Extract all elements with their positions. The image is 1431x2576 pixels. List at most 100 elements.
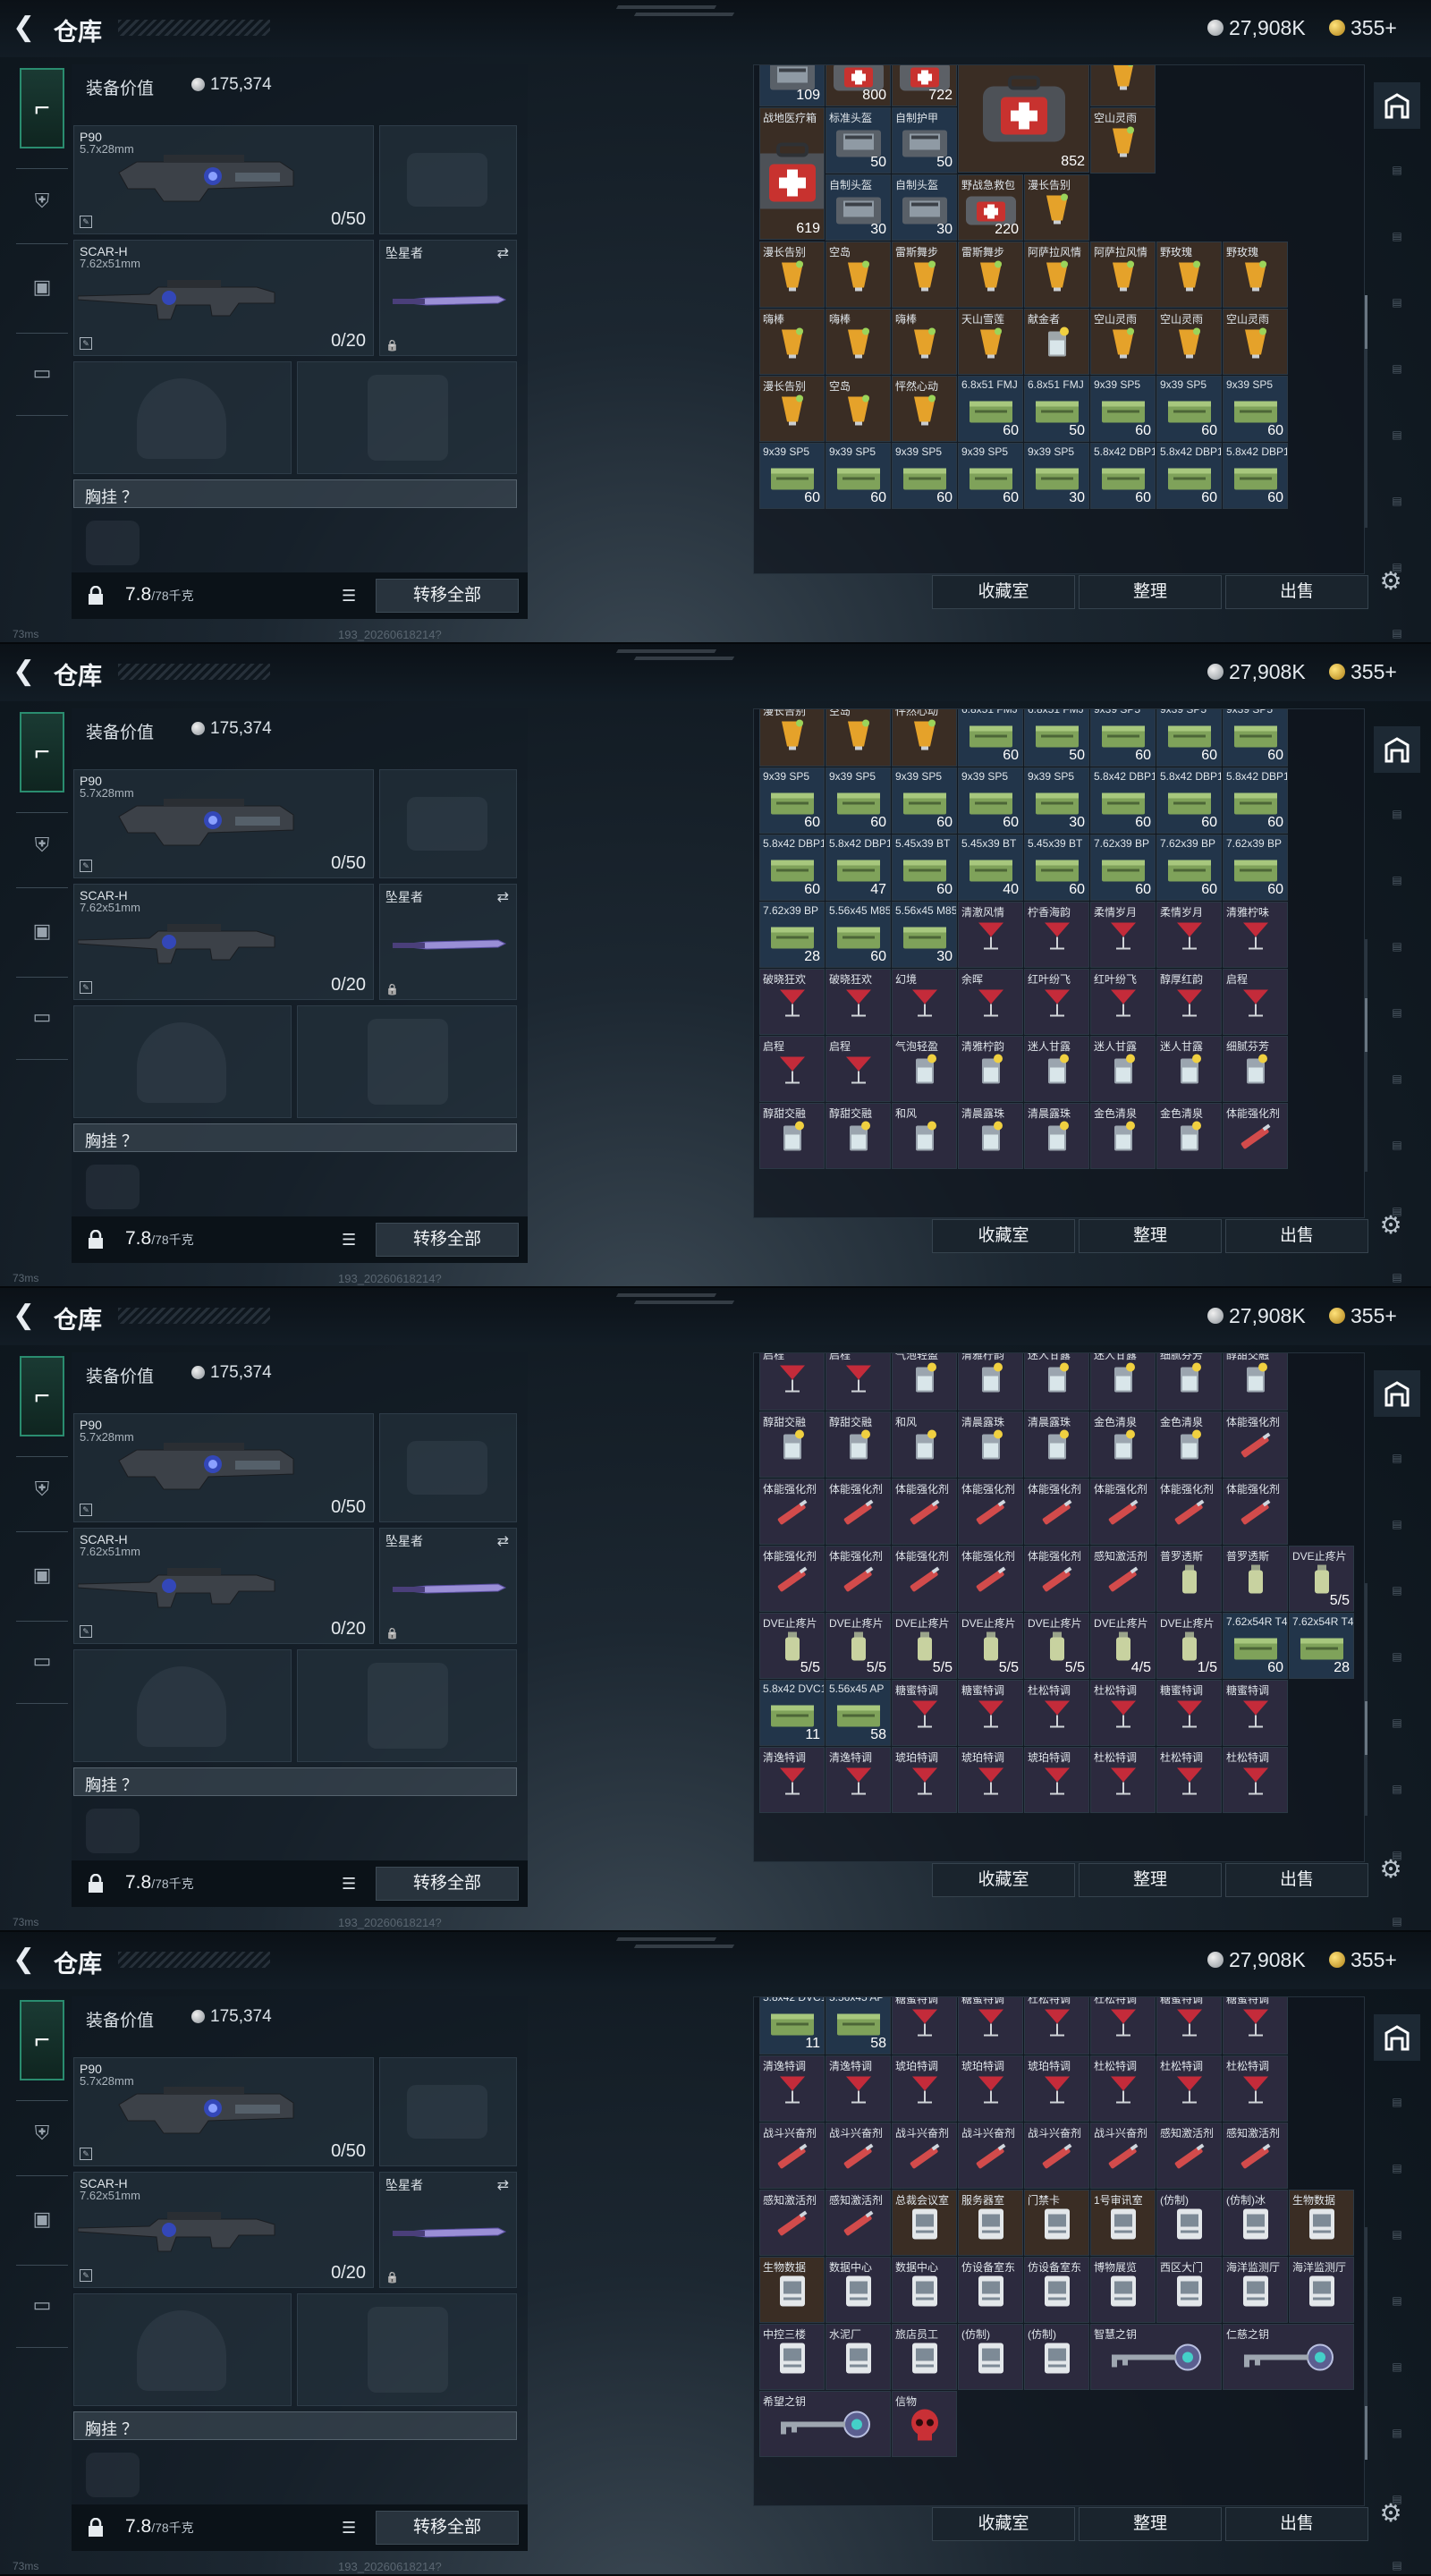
stash-item[interactable]: 野玫瑰 xyxy=(1156,242,1222,308)
stash-item[interactable]: 数据中心 xyxy=(892,2257,957,2323)
stash-item[interactable]: 清晨露珠 xyxy=(1024,1411,1089,1478)
back-arrow-icon[interactable]: ❮ xyxy=(13,1302,39,1329)
storage-tab-7[interactable]: ▤ xyxy=(1377,1125,1417,1165)
stash-item[interactable]: 醇甜交融 xyxy=(759,1411,825,1478)
melee-slot[interactable]: 坠星者 ⇄ 🔒 xyxy=(379,2172,517,2288)
stash-item[interactable]: 醇甜交融 xyxy=(759,1103,825,1169)
stash-item[interactable]: 普罗透斯 xyxy=(1223,1546,1288,1612)
back-arrow-icon[interactable]: ❮ xyxy=(13,14,39,41)
stash-item[interactable]: 怦然心动 xyxy=(892,709,957,767)
storage-tab-4[interactable]: ▤ xyxy=(1377,283,1417,322)
sort-button[interactable]: 整理 xyxy=(1079,575,1222,609)
stash-item[interactable]: 体能强化剂 xyxy=(759,1546,825,1612)
stash-item[interactable]: 空山灵雨 xyxy=(1090,107,1156,174)
stash-item[interactable]: 清雅柠韵 xyxy=(958,1036,1023,1102)
stash-item[interactable]: 9x39 SP5 60 xyxy=(1223,709,1288,767)
stash-item[interactable]: 清逸特调 xyxy=(759,1747,825,1813)
stash-item[interactable]: 漫长告别 xyxy=(759,376,825,442)
stash-item[interactable]: 西区大门 xyxy=(1156,2257,1222,2323)
stash-item[interactable]: 天山雪莲 xyxy=(958,309,1023,375)
chest-rig-bar[interactable]: 胸挂 ？ xyxy=(73,479,517,508)
stash-item[interactable]: 1号审讯室 xyxy=(1090,2190,1156,2256)
stash-item[interactable]: 9x39 SP5 60 xyxy=(1223,376,1288,442)
stash-item[interactable]: 战斗兴奋剂 xyxy=(759,2123,825,2189)
category-tab-4[interactable]: ▭ xyxy=(20,351,64,395)
stash-item[interactable]: 杜松特调 xyxy=(1223,2055,1288,2122)
stash-item[interactable]: 战斗兴奋剂 xyxy=(892,2123,957,2189)
stash-item[interactable]: 9x39 SP5 30 xyxy=(1024,443,1089,509)
stash-item[interactable]: 9x39 SP5 60 xyxy=(892,443,957,509)
tab-main-storage[interactable] xyxy=(1374,2014,1420,2061)
stash-item[interactable]: 5.8x42 DBP10 60 xyxy=(759,835,825,901)
storage-tab-6[interactable]: ▤ xyxy=(1377,1703,1417,1742)
stash-scrollbar-track[interactable] xyxy=(1365,939,1367,1172)
stash-item[interactable]: 自制头盔 30 xyxy=(826,174,891,241)
primary-weapon-slot[interactable]: P90 5.7x28mm 0/50 ✎ xyxy=(73,1413,374,1522)
stash-item[interactable]: 琥珀特调 xyxy=(958,1747,1023,1813)
stash-item[interactable]: 感知激活剂 xyxy=(1223,2123,1288,2189)
stash-item[interactable]: 糖蜜特调 xyxy=(958,1997,1023,2055)
stash-item[interactable]: 9x39 SP5 60 xyxy=(759,767,825,834)
stash-item[interactable]: 杜松特调 xyxy=(1024,1680,1089,1746)
transfer-all-button[interactable]: 转移全部 xyxy=(376,579,519,613)
stash-item[interactable]: 杜松特调 xyxy=(1090,1680,1156,1746)
stash-item[interactable]: 感知激活剂 xyxy=(1090,1546,1156,1612)
stash-item[interactable]: 空岛 xyxy=(826,376,891,442)
stash-item[interactable]: 气泡轻盈 xyxy=(892,1353,957,1411)
stash-item[interactable]: 9x39 SP5 60 xyxy=(958,443,1023,509)
stash-item[interactable]: 9x39 SP5 60 xyxy=(958,767,1023,834)
stash-item[interactable]: 糖蜜特调 xyxy=(1223,1997,1288,2055)
stash-item[interactable]: 雷斯舞步 xyxy=(958,242,1023,308)
back-arrow-icon[interactable]: ❮ xyxy=(13,658,39,685)
storage-tab-7[interactable]: ▤ xyxy=(1377,481,1417,521)
stash-item[interactable]: DVE止疼片 5/5 xyxy=(1024,1613,1089,1679)
stash-item[interactable]: 自制头盔 30 xyxy=(892,174,957,241)
stash-item[interactable]: 6.8x51 FMJ 50 xyxy=(1024,709,1089,767)
stash-item[interactable]: 金色清泉 xyxy=(1156,1411,1222,1478)
storage-tab-5[interactable]: ▤ xyxy=(1377,993,1417,1032)
category-weapons[interactable]: ⌐ xyxy=(20,68,64,148)
stash-item[interactable]: 9x39 SP5 60 xyxy=(892,767,957,834)
stash-scrollbar-thumb[interactable] xyxy=(1365,1701,1367,1755)
storage-tab-7[interactable]: ▤ xyxy=(1377,1769,1417,1809)
category-tab-2[interactable]: ⛨ xyxy=(20,179,64,224)
stash-item[interactable]: 自制护甲 50 xyxy=(892,107,957,174)
stash-item[interactable]: 琥珀特调 xyxy=(892,2055,957,2122)
stash-item[interactable]: 清逸特调 xyxy=(759,2055,825,2122)
storage-tab-9[interactable]: ▤ xyxy=(1377,614,1417,644)
stash-item[interactable]: 清晨露珠 xyxy=(958,1411,1023,1478)
swap-icon[interactable]: ⇄ xyxy=(497,244,509,262)
storage-tab-5[interactable]: ▤ xyxy=(1377,1637,1417,1676)
stash-item[interactable]: 琥珀特调 xyxy=(1024,1747,1089,1813)
transfer-all-button[interactable]: 转移全部 xyxy=(376,2511,519,2545)
primary-weapon-slot[interactable]: P90 5.7x28mm 0/50 ✎ xyxy=(73,2057,374,2166)
stash-item[interactable]: 109 xyxy=(759,65,825,106)
stash-item[interactable]: 野战急救包 220 xyxy=(958,174,1023,241)
stash-item[interactable]: 嗨棒 xyxy=(826,309,891,375)
stash-item[interactable]: 糖蜜特调 xyxy=(1156,1680,1222,1746)
stash-item[interactable]: (仿制)冰 xyxy=(1223,2190,1288,2256)
storage-tab-4[interactable]: ▤ xyxy=(1377,1571,1417,1610)
stash-item[interactable]: 醇甜交融 xyxy=(826,1103,891,1169)
stash-item[interactable]: 琥珀特调 xyxy=(892,1747,957,1813)
stash-item[interactable]: 空山灵雨 xyxy=(1223,309,1288,375)
stash-item[interactable]: 醇甜交融 xyxy=(826,1411,891,1478)
stash-item[interactable]: 琥珀特调 xyxy=(958,2055,1023,2122)
stash-item[interactable]: 体能强化剂 xyxy=(1156,1479,1222,1545)
list-icon[interactable]: ☰ xyxy=(342,587,361,605)
category-tab-3[interactable]: ▣ xyxy=(20,265,64,309)
stash-item[interactable]: 破晓狂欢 xyxy=(759,969,825,1035)
storage-tab-5[interactable]: ▤ xyxy=(1377,349,1417,388)
secondary-weapon-slot[interactable]: SCAR-H 7.62x51mm 0/20 ✎ xyxy=(73,240,374,356)
stash-item[interactable]: DVE止疼片 5/5 xyxy=(826,1613,891,1679)
stash-item[interactable]: 5.56x45 AP 58 xyxy=(826,1680,891,1746)
stash-item[interactable]: 战斗兴奋剂 xyxy=(826,2123,891,2189)
stash-item[interactable]: 启程 xyxy=(1223,969,1288,1035)
stash-item[interactable]: 6.8x51 FMJ 60 xyxy=(958,709,1023,767)
stash-item[interactable]: 5.56x45 AP 58 xyxy=(826,1997,891,2055)
chest-rig-bar[interactable]: 胸挂 ？ xyxy=(73,1123,517,1152)
stash-item[interactable]: 糖蜜特调 xyxy=(1156,1997,1222,2055)
stash-item[interactable]: 杜松特调 xyxy=(1223,1747,1288,1813)
stash-item[interactable]: 糖蜜特调 xyxy=(958,1680,1023,1746)
modify-icon[interactable]: ✎ xyxy=(80,1625,92,1638)
